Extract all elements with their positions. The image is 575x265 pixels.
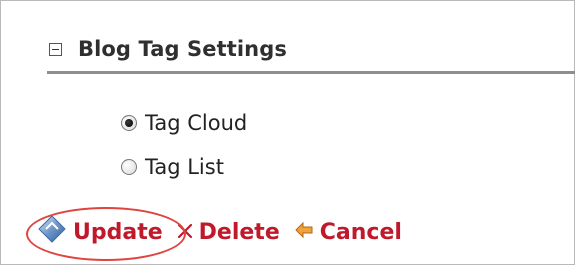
settings-panel: Blog Tag Settings Tag Cloud Tag List Upd… xyxy=(0,0,575,265)
diamond-update-icon xyxy=(37,214,67,250)
cancel-button[interactable]: Cancel xyxy=(294,220,402,245)
tag-cloud-option[interactable]: Tag Cloud xyxy=(121,111,247,135)
delete-label: Delete xyxy=(198,219,280,245)
collapse-toggle-icon[interactable] xyxy=(49,42,62,56)
header-divider xyxy=(47,71,575,74)
tag-list-option[interactable]: Tag List xyxy=(121,155,224,179)
delete-button[interactable]: Delete xyxy=(177,220,280,245)
update-button[interactable]: Update xyxy=(37,214,163,250)
panel-header: Blog Tag Settings xyxy=(49,37,287,61)
action-bar: Update Delete Cancel xyxy=(37,214,416,250)
delete-x-icon xyxy=(177,220,193,245)
cancel-arrow-icon xyxy=(294,220,314,245)
panel-title: Blog Tag Settings xyxy=(78,37,287,61)
tag-cloud-label: Tag Cloud xyxy=(145,111,248,135)
cancel-label: Cancel xyxy=(319,219,402,245)
tag-list-radio[interactable] xyxy=(121,159,137,175)
tag-list-label: Tag List xyxy=(145,155,224,179)
update-label: Update xyxy=(73,219,163,245)
tag-cloud-radio[interactable] xyxy=(121,115,137,131)
